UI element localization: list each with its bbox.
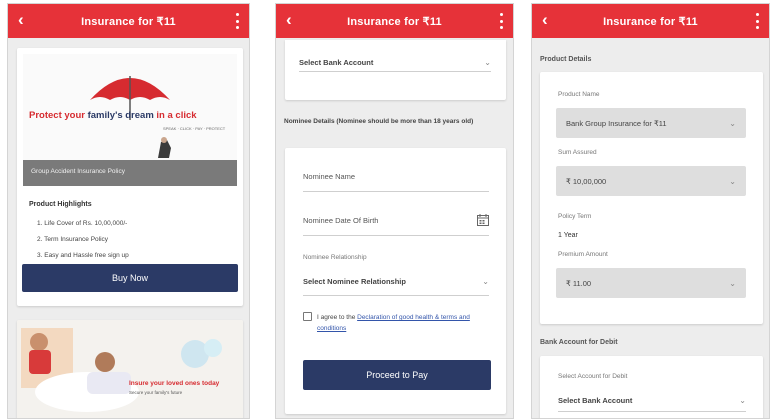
highlights-list: 1. Life Cover of Rs. 10,00,000/- 2. Term… bbox=[37, 216, 129, 264]
sum-assured-value: ₹ 10,00,000 bbox=[566, 176, 607, 186]
proceed-to-pay-button[interactable]: Proceed to Pay bbox=[303, 360, 491, 390]
consent-checkbox[interactable] bbox=[303, 312, 312, 321]
promo-card[interactable]: Insure your loved ones today Secure your… bbox=[17, 320, 243, 418]
screen-nominee: ‹ Insurance for ₹11 Select Bank Account … bbox=[275, 3, 514, 419]
sum-assured-label: Sum Assured bbox=[558, 149, 597, 156]
nominee-card: Nominee Name Nominee Date Of Birth Nomin… bbox=[285, 148, 506, 414]
app-header: ‹ Insurance for ₹11 bbox=[532, 4, 769, 38]
promo-subcaption: Secure your family's future bbox=[129, 390, 183, 395]
consent-text: I agree to the Declaration of good healt… bbox=[317, 312, 493, 334]
chevron-down-icon: ⌄ bbox=[739, 396, 746, 405]
product-name-field: Bank Group Insurance for ₹11 ⌄ bbox=[556, 108, 746, 138]
chevron-down-icon: ⌄ bbox=[482, 277, 489, 286]
hero-banner: Protect your family's dream in a click S… bbox=[23, 54, 237, 162]
headline-part-2: your bbox=[64, 110, 88, 121]
chevron-down-icon: ⌄ bbox=[729, 118, 736, 128]
page-title: Insurance for ₹11 bbox=[347, 15, 442, 28]
premium-amount-value: ₹ 11.00 bbox=[566, 278, 592, 288]
kebab-menu-icon[interactable] bbox=[235, 13, 239, 29]
back-arrow-icon[interactable]: ‹ bbox=[286, 11, 292, 28]
page-title: Insurance for ₹11 bbox=[81, 15, 176, 28]
highlight-item: 1. Life Cover of Rs. 10,00,000/- bbox=[37, 220, 128, 227]
nominee-dob-placeholder: Nominee Date Of Birth bbox=[303, 216, 379, 225]
chevron-down-icon: ⌄ bbox=[484, 58, 491, 67]
bank-account-select-text: Select Bank Account bbox=[299, 58, 374, 67]
highlight-item: 2. Term Insurance Policy bbox=[37, 236, 109, 243]
kebab-menu-icon[interactable] bbox=[499, 13, 503, 29]
page-title: Insurance for ₹11 bbox=[603, 15, 698, 28]
app-header: ‹ Insurance for ₹11 bbox=[8, 4, 249, 38]
banner-headline: Protect your family's dream in a click bbox=[29, 110, 237, 121]
product-details-card: Product Name Bank Group Insurance for ₹1… bbox=[540, 72, 763, 324]
app-header: ‹ Insurance for ₹11 bbox=[276, 4, 513, 38]
debit-account-select[interactable]: Select Bank Account ⌄ bbox=[558, 396, 746, 412]
nominee-dob-input[interactable]: Nominee Date Of Birth bbox=[303, 214, 489, 236]
sum-assured-field: ₹ 10,00,000 ⌄ bbox=[556, 166, 746, 196]
relationship-label: Nominee Relationship bbox=[303, 254, 367, 261]
screen-home: ‹ Insurance for ₹11 Protect your family'… bbox=[7, 3, 250, 419]
highlight-text: Life Cover of Rs. 10,00,000/- bbox=[44, 220, 128, 227]
banner-overlay-caption: Group Accident Insurance Policy bbox=[23, 160, 237, 186]
chevron-down-icon: ⌄ bbox=[729, 278, 736, 288]
product-name-value: Bank Group Insurance for ₹11 bbox=[566, 118, 667, 128]
kebab-menu-icon[interactable] bbox=[755, 13, 759, 29]
policy-term-value: 1 Year bbox=[558, 232, 578, 239]
headline-part-1: Protect bbox=[29, 110, 65, 121]
screen-product-details: ‹ Insurance for ₹11 Product Details Prod… bbox=[531, 3, 770, 419]
nominee-relationship-select[interactable]: Select Nominee Relationship ⌄ bbox=[303, 274, 489, 296]
promo-caption: Insure your loved ones today bbox=[129, 380, 220, 387]
product-name-label: Product Name bbox=[558, 91, 600, 98]
bank-account-card: Select Account for Debit Select Bank Acc… bbox=[540, 356, 763, 418]
bank-account-select[interactable]: Select Bank Account ⌄ bbox=[299, 54, 491, 72]
debit-account-select-text: Select Bank Account bbox=[558, 396, 633, 405]
product-card: Protect your family's dream in a click S… bbox=[17, 48, 243, 306]
nominee-banner: Nominee Details (Nominee should be more … bbox=[284, 118, 474, 125]
calendar-icon[interactable] bbox=[477, 214, 489, 226]
account-select-card: Select Bank Account ⌄ bbox=[285, 40, 506, 100]
headline-part-3: family's dream bbox=[87, 110, 154, 121]
product-details-title: Product Details bbox=[540, 56, 592, 63]
premium-amount-field: ₹ 11.00 ⌄ bbox=[556, 268, 746, 298]
banner-tagline: SPEAK · CLICK · PAY · PROTECT bbox=[163, 126, 226, 131]
hand-illustration bbox=[158, 137, 171, 158]
consent-prefix: I agree to the bbox=[317, 314, 358, 321]
overlay-caption-text: Group Accident Insurance Policy bbox=[31, 168, 125, 175]
highlights-heading: Product Highlights bbox=[29, 201, 92, 208]
promo-illustration bbox=[17, 320, 243, 418]
highlight-item: 3. Easy and Hassle free sign up bbox=[37, 252, 129, 259]
highlight-text: Easy and Hassle free sign up bbox=[44, 252, 129, 259]
debit-account-label: Select Account for Debit bbox=[558, 373, 628, 380]
policy-term-label: Policy Term bbox=[558, 213, 592, 220]
back-arrow-icon[interactable]: ‹ bbox=[542, 11, 548, 28]
nominee-name-input[interactable]: Nominee Name bbox=[303, 170, 489, 192]
highlight-text: Term Insurance Policy bbox=[44, 236, 109, 243]
buy-now-button[interactable]: Buy Now bbox=[22, 264, 238, 292]
headline-part-4: in a click bbox=[153, 110, 197, 121]
relationship-select-text: Select Nominee Relationship bbox=[303, 277, 406, 286]
chevron-down-icon: ⌄ bbox=[729, 176, 736, 186]
premium-amount-label: Premium Amount bbox=[558, 251, 608, 258]
back-arrow-icon[interactable]: ‹ bbox=[18, 11, 24, 28]
bank-account-section-title: Bank Account for Debit bbox=[540, 339, 618, 346]
